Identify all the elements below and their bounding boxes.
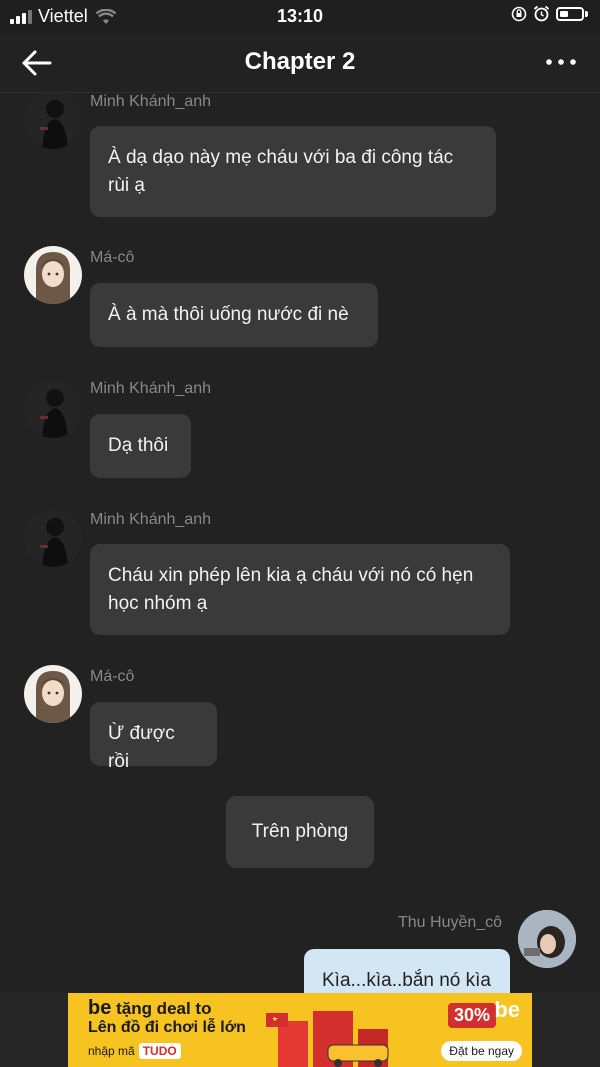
avatar-ma-co[interactable] xyxy=(24,246,82,304)
own-message-bubble: Kìa...kìa..bắn nó kìa xyxy=(304,949,510,993)
status-bar: Viettel 13:10 xyxy=(0,0,600,34)
ad-illustration xyxy=(266,1011,389,1067)
header-bar: Chapter 2 xyxy=(0,34,600,93)
ad-discount-badge: 30% xyxy=(448,1003,497,1028)
message-bubble: À à mà thôi uống nước đi nè xyxy=(90,283,378,347)
sender-name: Má-cô xyxy=(90,668,135,685)
sender-name: Minh Khánh_anh xyxy=(90,511,211,528)
narration-bubble: Trên phòng xyxy=(226,796,374,868)
ad-margin-left xyxy=(0,993,68,1067)
sender-name: Má-cô xyxy=(90,249,135,266)
ad-promo-code: nhập mã TUDO xyxy=(88,1043,181,1059)
ad-margin-right xyxy=(532,993,600,1067)
battery-tip xyxy=(585,10,588,17)
sender-name: Minh Khánh_anh xyxy=(90,93,211,110)
chapter-title: Chapter 2 xyxy=(244,48,356,75)
battery-icon xyxy=(556,6,584,21)
orientation-lock-icon xyxy=(511,6,527,21)
chat-area[interactable]: Minh Khánh_anh À dạ dạo này mẹ cháu với … xyxy=(0,93,600,993)
ad-brand-logo: be xyxy=(494,997,520,1022)
avatar-thu-huyen[interactable] xyxy=(518,910,576,968)
avatar-minh-khanh[interactable] xyxy=(24,380,82,438)
sender-name: Minh Khánh_anh xyxy=(90,380,211,397)
ad-headline: be tặng deal to xyxy=(88,997,212,1019)
message-bubble: Cháu xin phép lên kia ạ cháu với nó có h… xyxy=(90,544,510,635)
alarm-icon xyxy=(533,5,550,22)
message-bubble: Ừ được rồi xyxy=(90,702,217,772)
sender-name: Thu Huyền_cô xyxy=(398,914,503,931)
avatar-minh-khanh[interactable] xyxy=(24,509,82,567)
message-bubble: À dạ dạo này mẹ cháu với ba đi công tác … xyxy=(90,126,496,217)
message-bubble: Dạ thôi xyxy=(90,414,191,478)
avatar-ma-co[interactable] xyxy=(24,665,82,723)
ad-cta-button[interactable]: Đặt be ngay xyxy=(441,1041,522,1061)
ad-subline: Lên đồ đi chơi lễ lớn xyxy=(88,1019,246,1036)
status-right xyxy=(511,5,588,22)
avatar-minh-khanh[interactable] xyxy=(24,93,82,149)
status-time: 13:10 xyxy=(276,6,324,26)
more-options-icon[interactable] xyxy=(544,52,578,72)
ad-banner[interactable]: be tặng deal to Lên đồ đi chơi lễ lớn nh… xyxy=(68,993,532,1067)
